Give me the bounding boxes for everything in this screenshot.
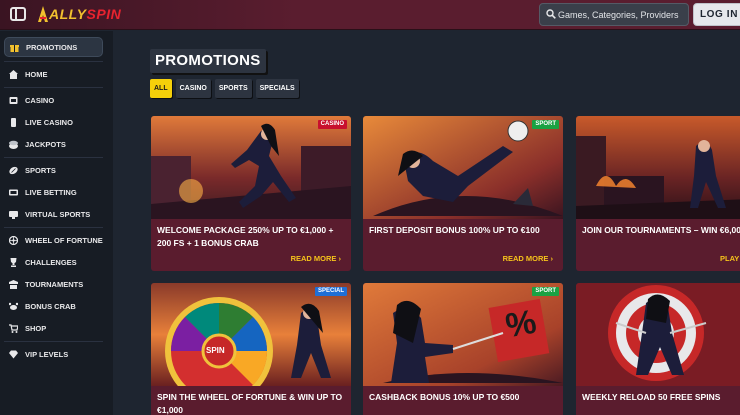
jackpot-icon	[9, 140, 18, 149]
crab-icon	[9, 302, 18, 311]
promo-title: WEEKLY RELOAD 50 FREE SPINS	[582, 392, 721, 402]
filter-tabs: ALL CASINO SPORTS SPECIALS	[150, 79, 299, 98]
promo-image: SPIN	[151, 283, 351, 386]
promo-card-wheel-of-fortune[interactable]: SPIN SPECIAL SPIN THE WHEEL OF FORTUNE &…	[151, 283, 351, 415]
sidebar-item-label: SPORTS	[25, 165, 56, 175]
search-box[interactable]	[539, 3, 689, 26]
sidebar-item-virtual-sports[interactable]: VIRTUAL SPORTS	[4, 204, 103, 224]
promo-card-welcome[interactable]: CASINO WELCOME PACKAGE 250% UP TO €1,000…	[151, 116, 351, 271]
sidebar-item-label: HOME	[25, 69, 48, 79]
filter-sports[interactable]: SPORTS	[214, 79, 252, 98]
logo-text-spin: SPIN	[86, 6, 122, 22]
sidebar-item-label: LIVE CASINO	[25, 117, 73, 127]
divider	[4, 341, 103, 342]
promo-title: FIRST DEPOSIT BONUS 100% UP TO €100	[369, 225, 540, 235]
sidebar-item-home[interactable]: HOME	[4, 64, 103, 84]
sidebar-item-label: CASINO	[25, 95, 55, 105]
sidebar-item-shop[interactable]: SHOP	[4, 318, 103, 338]
sidebar-item-label: VIRTUAL SPORTS	[25, 209, 91, 219]
chevron-right-icon: ›	[338, 254, 342, 263]
sidebar-item-label: BONUS CRAB	[25, 301, 76, 311]
ball-icon	[9, 166, 18, 175]
sidebar-item-challenges[interactable]: CHALLENGES	[4, 252, 103, 272]
logo-text-ally: ALLY	[49, 6, 87, 22]
sidebar-item-casino[interactable]: CASINO	[4, 90, 103, 110]
sidebar-item-label: TOURNAMENTS	[25, 279, 84, 289]
promo-card-weekly-reload[interactable]: WEEKLY RELOAD 50 FREE SPINS	[576, 283, 740, 415]
sidebar-item-label: PROMOTIONS	[26, 42, 78, 52]
filter-all[interactable]: ALL	[150, 79, 172, 98]
read-more-link[interactable]: READ MORE ›	[503, 254, 553, 263]
page-title: PROMOTIONS	[150, 49, 266, 73]
live-casino-icon	[9, 117, 18, 127]
filter-specials[interactable]: SPECIALS	[255, 79, 299, 98]
chevron-right-icon: ›	[550, 254, 554, 263]
main-content: PROMOTIONS ALL CASINO SPORTS SPECIALS CA…	[113, 31, 740, 415]
sidebar-item-bonus-crab[interactable]: BONUS CRAB	[4, 296, 103, 316]
promo-image: %	[363, 283, 563, 386]
home-icon	[9, 69, 18, 79]
sidebar-item-jackpots[interactable]: JACKPOTS	[4, 134, 103, 154]
promo-title: CASHBACK BONUS 10% UP TO €500	[369, 392, 520, 402]
live-betting-icon	[9, 188, 18, 197]
promo-image	[576, 283, 740, 386]
promo-image	[363, 116, 563, 219]
virtual-sports-icon	[9, 210, 18, 219]
sidebar: PROMOTIONS HOME CASINO LIVE CASINO JACKP…	[0, 31, 113, 415]
badge-sport: SPORT	[532, 120, 559, 129]
trophy-icon	[9, 257, 18, 267]
casino-icon	[9, 96, 18, 105]
read-more-label: READ MORE	[290, 254, 337, 263]
sidebar-item-wheel-of-fortune[interactable]: WHEEL OF FORTUNE	[4, 230, 103, 250]
filter-casino[interactable]: CASINO	[175, 79, 211, 98]
badge-special: SPECIAL	[314, 287, 347, 296]
logo[interactable]: ALLYSPIN	[38, 6, 121, 24]
tournament-icon	[9, 279, 18, 289]
sidebar-item-live-casino[interactable]: LIVE CASINO	[4, 112, 103, 132]
logo-mark-icon	[38, 6, 48, 22]
sidebar-item-tournaments[interactable]: TOURNAMENTS	[4, 274, 103, 294]
promo-title: SPIN THE WHEEL OF FORTUNE & WIN UP TO €1…	[157, 392, 343, 415]
sidebar-item-live-betting[interactable]: LIVE BETTING	[4, 182, 103, 202]
divider	[4, 157, 103, 158]
sidebar-item-label: VIP LEVELS	[25, 349, 69, 359]
promo-card-first-deposit[interactable]: SPORT FIRST DEPOSIT BONUS 100% UP TO €10…	[363, 116, 563, 271]
divider	[4, 61, 103, 62]
sidebar-item-label: JACKPOTS	[25, 139, 66, 149]
diamond-icon	[9, 350, 18, 359]
divider	[4, 227, 103, 228]
promo-title: WELCOME PACKAGE 250% UP TO €1,000 + 200 …	[157, 225, 334, 248]
sidebar-item-label: CHALLENGES	[25, 257, 77, 267]
percent-sign-text: %	[502, 302, 540, 346]
promo-image	[151, 116, 351, 219]
promo-card-cashback[interactable]: % SPORT CASHBACK BONUS 10% UP TO €500	[363, 283, 563, 415]
badge-sport: SPORT	[532, 287, 559, 296]
gift-icon	[10, 43, 19, 52]
wheel-icon	[9, 235, 18, 245]
top-bar: ALLYSPIN LOG IN	[0, 0, 740, 30]
search-icon	[546, 9, 556, 19]
sidebar-item-sports[interactable]: SPORTS	[4, 160, 103, 180]
search-input[interactable]	[558, 4, 686, 25]
promo-image	[576, 116, 740, 219]
read-more-label: READ MORE	[502, 254, 549, 263]
sidebar-item-label: WHEEL OF FORTUNE	[25, 235, 103, 245]
promo-title: JOIN OUR TOURNAMENTS – WIN €6,000,000!	[582, 225, 740, 235]
wheel-spin-label: SPIN	[206, 346, 225, 355]
login-button[interactable]: LOG IN	[693, 3, 740, 26]
sidebar-item-promotions[interactable]: PROMOTIONS	[4, 37, 103, 57]
sidebar-item-label: SHOP	[25, 323, 47, 333]
divider	[4, 87, 103, 88]
read-more-link[interactable]: READ MORE ›	[291, 254, 341, 263]
cart-icon	[9, 323, 18, 333]
sidebar-item-label: LIVE BETTING	[25, 187, 77, 197]
promo-card-tournaments[interactable]: JOIN OUR TOURNAMENTS – WIN €6,000,000! P…	[576, 116, 740, 271]
play-link[interactable]: PLAY	[720, 254, 739, 263]
sidebar-item-vip-levels[interactable]: VIP LEVELS	[4, 344, 103, 364]
sidebar-toggle-icon[interactable]	[10, 7, 26, 21]
badge-casino: CASINO	[317, 120, 347, 129]
